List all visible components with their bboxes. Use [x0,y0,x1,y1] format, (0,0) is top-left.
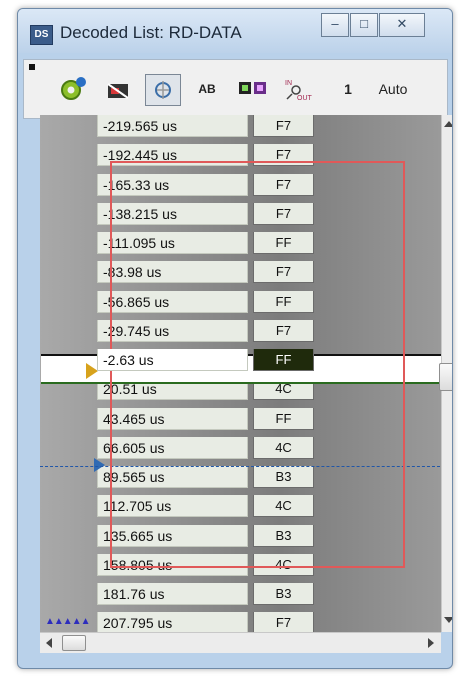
ascii-toggle-icon[interactable]: AB [190,74,224,104]
waveform-glyph-icon: ▲▲▲▲▲ [45,616,90,627]
row-value[interactable]: F7 [253,115,314,137]
row-value[interactable]: 4C [253,437,314,459]
row-time[interactable]: 181.76 us [97,583,248,605]
row-value[interactable]: F7 [253,612,314,632]
row-value[interactable]: FF [253,291,314,313]
cursor-marker-icon[interactable] [94,458,105,472]
row-time[interactable]: -138.215 us [97,203,248,225]
scroll-right-icon[interactable] [428,638,434,648]
title-bar[interactable]: DS Decoded List: RD-DATA – □ ✕ [18,9,452,53]
decode-format-toggle-icon[interactable] [145,74,181,106]
row-time[interactable]: -56.865 us [97,291,248,313]
row-value[interactable]: F7 [253,320,314,342]
in-out-icon[interactable]: IN OUT [280,74,314,104]
vertical-scrollbar[interactable] [439,115,452,632]
row-time[interactable]: 207.795 us [97,612,248,632]
row-value[interactable]: F7 [253,144,314,166]
row-value[interactable]: F7 [253,203,314,225]
svg-text:OUT: OUT [297,95,312,102]
minimize-button[interactable]: – [321,13,349,37]
row-value[interactable]: B3 [253,583,314,605]
scroll-down-icon[interactable] [444,617,452,623]
decoded-list: -219.565 us F7 -192.445 us F7 -165.33 us F7 -1… [40,115,441,632]
row-value[interactable]: B3 [253,466,314,488]
row-time[interactable]: -2.63 us [97,349,248,371]
vertical-scroll-thumb[interactable] [439,363,452,391]
row-time[interactable]: 89.565 us [97,466,248,488]
row-value[interactable]: 4C [253,554,314,576]
maximize-button[interactable]: □ [350,13,378,37]
row-time[interactable]: -165.33 us [97,174,248,196]
close-button[interactable]: ✕ [379,13,425,37]
cursor-line [40,466,440,467]
export-icon[interactable] [234,74,270,104]
row-time[interactable]: 135.665 us [97,525,248,547]
scroll-up-icon[interactable] [444,121,452,127]
row-time[interactable]: 43.465 us [97,408,248,430]
row-time[interactable]: -83.98 us [97,261,248,283]
row-time[interactable]: -192.445 us [97,144,248,166]
erase-icon[interactable] [102,74,136,104]
row-time[interactable]: 66.605 us [97,437,248,459]
svg-text:IN: IN [285,80,292,87]
decoded-list-window: DS Decoded List: RD-DATA – □ ✕ AB IN OUT … [17,8,453,669]
row-value[interactable]: FF [253,408,314,430]
horizontal-scroll-thumb[interactable] [62,635,86,651]
row-time[interactable]: 158.805 us [97,554,248,576]
row-time[interactable]: -29.745 us [97,320,248,342]
row-value[interactable]: F7 [253,174,314,196]
settings-gear-icon[interactable] [56,74,90,104]
row-time[interactable]: -111.095 us [97,232,248,254]
app-icon: DS [30,25,53,45]
scroll-left-icon[interactable] [46,638,52,648]
row-time[interactable]: 112.705 us [97,495,248,517]
row-value[interactable]: B3 [253,525,314,547]
channel-selector[interactable]: 1 [336,74,360,104]
window-title: Decoded List: RD-DATA [60,23,242,42]
row-value[interactable]: FF [253,349,314,371]
horizontal-scrollbar[interactable] [40,632,441,653]
row-value[interactable]: 4C [253,495,314,517]
row-value[interactable]: F7 [253,261,314,283]
row-value[interactable]: FF [253,232,314,254]
row-time[interactable]: -219.565 us [97,115,248,137]
toolbar-grip-icon [29,64,35,70]
auto-mode-selector[interactable]: Auto [373,74,413,104]
toolbar: AB IN OUT 1 Auto [23,59,448,119]
